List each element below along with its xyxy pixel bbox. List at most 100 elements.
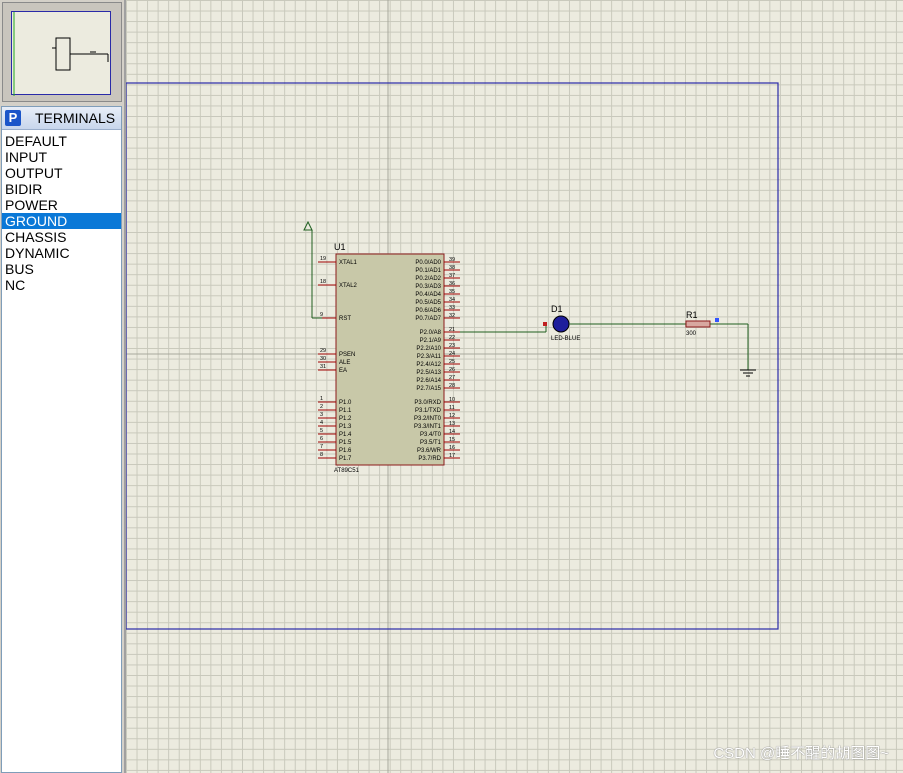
u1-pin-number: 30 bbox=[320, 356, 326, 362]
u1-pin-number: 19 bbox=[320, 256, 326, 262]
u1-pin-number: 16 bbox=[449, 445, 455, 451]
u1-pin-name: P1.0 bbox=[339, 400, 352, 406]
pick-mode-button[interactable]: P bbox=[5, 110, 21, 126]
u1-component[interactable]: U1 AT89C51 19XTAL118XTAL29RST29PSEN30ALE… bbox=[318, 242, 460, 474]
overview-thumbnail bbox=[13, 12, 109, 96]
u1-pin-name: P1.3 bbox=[339, 424, 352, 430]
terminal-list: DEFAULT INPUT OUTPUT BIDIR POWER GROUND … bbox=[2, 130, 121, 293]
u1-pin-name: P3.4/T0 bbox=[420, 432, 442, 438]
u1-pin-name: P3.1/TXD bbox=[415, 408, 442, 414]
u1-pin-number: 36 bbox=[449, 281, 455, 287]
r1-component[interactable]: R1 300 bbox=[685, 310, 711, 337]
u1-pin-name: P0.0/AD0 bbox=[415, 260, 441, 266]
power-terminal-icon[interactable] bbox=[303, 220, 322, 319]
u1-pin-name: P2.5/A13 bbox=[416, 370, 441, 376]
terminal-item-default[interactable]: DEFAULT bbox=[2, 133, 121, 149]
terminal-item-chassis[interactable]: CHASSIS bbox=[2, 229, 121, 245]
u1-pin-name: P1.6 bbox=[339, 448, 352, 454]
u1-pin-number: 13 bbox=[449, 421, 455, 427]
u1-pin-number: 10 bbox=[449, 397, 455, 403]
u1-pin-name: P2.4/A12 bbox=[416, 362, 441, 368]
terminal-item-bus[interactable]: BUS bbox=[2, 261, 121, 277]
u1-ref: U1 bbox=[334, 242, 346, 252]
watermark: CSDN @睡不醒的胡图图~ bbox=[713, 745, 889, 762]
schematic-canvas[interactable]: U1 AT89C51 19 XTAL1 18 XTAL2 9 RST 29 PSEN 30 ALE… bbox=[124, 0, 903, 773]
u1-pin-number: 21 bbox=[449, 327, 455, 333]
terminals-panel-title: TERMINALS bbox=[35, 110, 116, 126]
u1-pin-name: P1.2 bbox=[339, 416, 352, 422]
u1-pin-number: 37 bbox=[449, 273, 455, 279]
u1-pin-number: 2 bbox=[320, 404, 323, 410]
u1-pin-name: P2.3/A11 bbox=[417, 354, 442, 360]
u1-pin-name: P2.0/A8 bbox=[420, 330, 442, 336]
u1-pin-name: P3.2/INT0 bbox=[414, 416, 442, 422]
u1-pin-name: P0.6/AD6 bbox=[415, 308, 441, 314]
u1-pin-name: P1.1 bbox=[339, 408, 352, 414]
left-sidebar: P TERMINALS DEFAULT INPUT OUTPUT BIDIR P… bbox=[0, 0, 124, 773]
u1-pin-name: EA bbox=[339, 368, 347, 374]
u1-part: AT89C51 bbox=[334, 468, 360, 474]
r1-value: 300 bbox=[686, 331, 697, 337]
u1-pin-number: 1 bbox=[320, 396, 323, 402]
u1-pin-name: P1.7 bbox=[339, 456, 352, 462]
terminal-item-output[interactable]: OUTPUT bbox=[2, 165, 121, 181]
terminals-panel: P TERMINALS DEFAULT INPUT OUTPUT BIDIR P… bbox=[1, 106, 122, 773]
schematic-drawing: U1 AT89C51 19XTAL118XTAL29RST29PSEN30ALE… bbox=[126, 0, 903, 773]
u1-pin-name: P0.3/AD3 bbox=[415, 284, 441, 290]
u1-pin-number: 28 bbox=[449, 383, 455, 389]
u1-pin-number: 9 bbox=[320, 312, 323, 318]
u1-pin-name: P3.0/RXD bbox=[414, 400, 441, 406]
u1-pin-name: ALE bbox=[339, 360, 350, 366]
u1-pin-name: P1.5 bbox=[339, 440, 352, 446]
u1-pin-name: P0.5/AD5 bbox=[415, 300, 441, 306]
u1-pin-number: 17 bbox=[449, 453, 455, 459]
u1-pin-number: 33 bbox=[449, 305, 455, 311]
u1-pin-name: RST bbox=[339, 316, 351, 322]
u1-pin-number: 5 bbox=[320, 428, 323, 434]
u1-pin-number: 29 bbox=[320, 348, 326, 354]
terminal-item-input[interactable]: INPUT bbox=[2, 149, 121, 165]
u1-pin-name: P2.2/A10 bbox=[416, 346, 441, 352]
u1-pin-number: 27 bbox=[449, 375, 455, 381]
u1-pin-number: 25 bbox=[449, 359, 455, 365]
u1-pin-name: P2.7/A15 bbox=[416, 386, 441, 392]
u1-pin-name: P2.6/A14 bbox=[416, 378, 441, 384]
terminal-item-dynamic[interactable]: DYNAMIC bbox=[2, 245, 121, 261]
u1-pin-number: 15 bbox=[449, 437, 455, 443]
u1-pin-number: 22 bbox=[449, 335, 455, 341]
u1-pin-number: 24 bbox=[449, 351, 455, 357]
u1-pin-number: 3 bbox=[320, 412, 323, 418]
overview-preview[interactable] bbox=[2, 2, 122, 102]
u1-pin-number: 32 bbox=[449, 313, 455, 319]
ground-terminal-icon[interactable] bbox=[740, 369, 756, 377]
u1-pin-number: 26 bbox=[449, 367, 455, 373]
terminal-item-nc[interactable]: NC bbox=[2, 277, 121, 293]
u1-pin-name: P3.7/RD bbox=[418, 456, 441, 462]
u1-pin-number: 6 bbox=[320, 436, 323, 442]
u1-pin-name: P0.2/AD2 bbox=[415, 276, 441, 282]
resistor-icon bbox=[685, 320, 711, 328]
u1-pin-number: 11 bbox=[449, 405, 455, 411]
u1-pin-name: P0.7/AD7 bbox=[415, 316, 441, 322]
d1-component[interactable]: D1 LED-BLUE bbox=[543, 304, 580, 342]
u1-pin-name: PSEN bbox=[339, 352, 355, 358]
u1-pin-number: 12 bbox=[449, 413, 455, 419]
terminals-panel-header: P TERMINALS bbox=[2, 107, 121, 130]
u1-pin-number: 7 bbox=[320, 444, 323, 450]
u1-pin-name: P2.1/A9 bbox=[420, 338, 442, 344]
u1-pin-number: 38 bbox=[449, 265, 455, 271]
terminal-item-ground[interactable]: GROUND bbox=[2, 213, 121, 229]
d1-value: LED-BLUE bbox=[551, 336, 580, 342]
u1-pin-number: 23 bbox=[449, 343, 455, 349]
led-pin-marker bbox=[543, 322, 547, 326]
u1-pin-number: 35 bbox=[449, 289, 455, 295]
u1-pin-name: P0.1/AD1 bbox=[415, 268, 441, 274]
selection-handle[interactable] bbox=[715, 318, 719, 322]
terminal-item-bidir[interactable]: BIDIR bbox=[2, 181, 121, 197]
u1-pin-name: P3.5/T1 bbox=[420, 440, 442, 446]
u1-pin-number: 14 bbox=[449, 429, 455, 435]
u1-right-pins: 39 P0.0/AD0 38 P0.1/AD1 37 P0.2/AD2 36 P0.3/AD3… bbox=[414, 257, 460, 462]
overview-sheet bbox=[11, 11, 111, 96]
u1-pin-name: XTAL2 bbox=[339, 283, 358, 289]
terminal-item-power[interactable]: POWER bbox=[2, 197, 121, 213]
